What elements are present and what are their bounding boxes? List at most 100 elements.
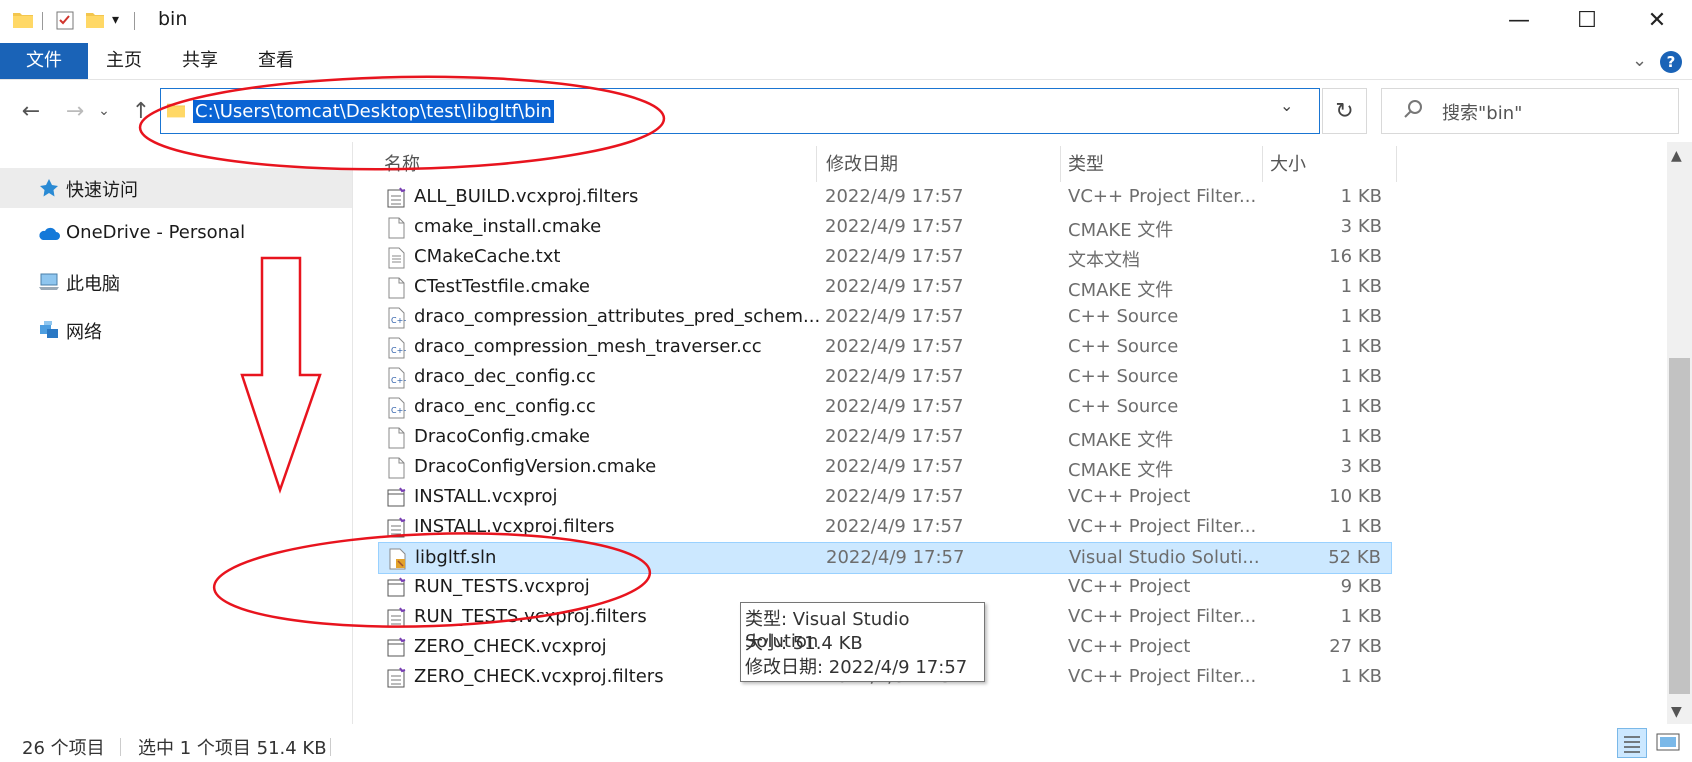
maximize-button[interactable]: ☐ — [1552, 0, 1622, 40]
file-row[interactable]: CMakeCache.txt 2022/4/9 17:57 文本文档 16 KB — [378, 242, 1392, 274]
column-divider[interactable] — [1396, 146, 1397, 182]
ribbon-expand-icon[interactable]: ⌄ — [1632, 50, 1647, 71]
text-file-icon — [388, 247, 405, 269]
file-row[interactable]: CTestTestfile.cmake 2022/4/9 17:57 CMAKE 文… — [378, 272, 1392, 304]
search-icon — [1404, 100, 1422, 118]
blank-file-icon — [388, 457, 405, 479]
svg-text:C++: C++ — [391, 406, 406, 415]
close-button[interactable]: ✕ — [1622, 0, 1692, 40]
minimize-button[interactable]: — — [1484, 0, 1554, 40]
file-type: VC++ Project — [1068, 486, 1191, 507]
file-type: Visual Studio Soluti... — [1069, 547, 1260, 568]
nav-item-label: 网络 — [66, 322, 102, 343]
file-date: 2022/4/9 17:57 — [825, 366, 964, 387]
help-icon[interactable]: ? — [1660, 51, 1682, 73]
recent-locations-icon[interactable]: ⌄ — [92, 94, 116, 128]
folder-icon — [13, 13, 33, 28]
file-name: RUN_TESTS.vcxproj.filters — [414, 606, 647, 627]
new-folder-icon[interactable] — [84, 10, 106, 30]
qa-divider — [134, 12, 135, 30]
file-row[interactable]: cmake_install.cmake 2022/4/9 17:57 CMAKE 文… — [378, 212, 1392, 244]
file-type: VC++ Project Filter... — [1068, 606, 1257, 627]
vcxproj-filters-icon — [387, 517, 406, 538]
file-name: DracoConfigVersion.cmake — [414, 456, 657, 477]
tab-view[interactable]: 查看 — [248, 43, 304, 79]
cpp-file-icon: C++ — [388, 367, 406, 389]
column-divider[interactable] — [816, 146, 817, 182]
file-name: ZERO_CHECK.vcxproj.filters — [414, 666, 664, 687]
tab-file[interactable]: 文件 — [0, 43, 88, 79]
file-type: CMAKE 文件 — [1068, 430, 1174, 451]
forward-arrow-icon[interactable]: → — [58, 94, 92, 128]
file-date: 2022/4/9 17:57 — [825, 246, 964, 267]
details-view-icon[interactable] — [1617, 728, 1647, 758]
column-divider[interactable] — [1060, 146, 1061, 182]
tab-home[interactable]: 主页 — [96, 43, 152, 79]
file-date: 2022/4/9 17:57 — [825, 186, 964, 207]
window-title: bin — [158, 8, 188, 30]
file-row[interactable]: C++ draco_dec_config.cc 2022/4/9 17:57 C++ … — [378, 362, 1392, 394]
file-row[interactable]: C++ draco_compression_mesh_traverser.cc 20… — [378, 332, 1392, 364]
scrollbar-thumb[interactable] — [1669, 358, 1690, 694]
file-row[interactable]: ALL_BUILD.vcxproj.filters 2022/4/9 17:57 V… — [378, 182, 1392, 214]
nav-item-this-pc[interactable]: 此电脑 — [0, 262, 352, 302]
file-name: CTestTestfile.cmake — [414, 276, 590, 297]
file-type: VC++ Project — [1068, 636, 1191, 657]
blank-file-icon — [388, 217, 405, 239]
file-name: ALL_BUILD.vcxproj.filters — [414, 186, 639, 207]
file-row[interactable]: INSTALL.vcxproj 2022/4/9 17:57 VC++ Projec… — [378, 482, 1392, 514]
file-date: 2022/4/9 17:57 — [825, 306, 964, 327]
svg-text:C++: C++ — [391, 346, 406, 355]
scroll-up-icon[interactable]: ▲ — [1671, 148, 1682, 164]
nav-item-quick-access[interactable]: 快速访问 — [0, 168, 352, 208]
file-size: 27 KB — [1329, 636, 1382, 657]
file-size: 9 KB — [1340, 576, 1382, 597]
file-date: 2022/4/9 17:57 — [825, 216, 964, 237]
address-dropdown-icon[interactable]: ⌄ — [1280, 96, 1293, 115]
properties-icon[interactable] — [54, 10, 76, 30]
qa-divider — [42, 12, 43, 30]
nav-item-onedrive[interactable]: OneDrive - Personal — [0, 214, 352, 254]
nav-item-network[interactable]: 网络 — [0, 310, 352, 350]
status-divider — [330, 738, 331, 756]
file-row[interactable]: DracoConfigVersion.cmake 2022/4/9 17:57 CM… — [378, 452, 1392, 484]
tab-share[interactable]: 共享 — [172, 43, 228, 79]
file-name: ZERO_CHECK.vcxproj — [414, 636, 607, 657]
vcxproj-icon — [387, 637, 406, 657]
large-icons-view-icon[interactable] — [1654, 730, 1682, 756]
scroll-down-icon[interactable]: ▼ — [1671, 704, 1682, 720]
file-row[interactable]: DracoConfig.cmake 2022/4/9 17:57 CMAKE 文件 1… — [378, 422, 1392, 454]
file-name: INSTALL.vcxproj — [414, 486, 558, 507]
file-name: draco_compression_mesh_traverser.cc — [414, 336, 762, 357]
customize-quick-access-icon[interactable]: ▾ — [112, 12, 119, 28]
file-date: 2022/4/9 17:57 — [825, 486, 964, 507]
file-size: 1 KB — [1340, 666, 1382, 687]
refresh-button[interactable]: ↻ — [1322, 88, 1367, 134]
vcxproj-filters-icon — [387, 187, 406, 208]
back-arrow-icon[interactable]: ← — [14, 94, 48, 128]
column-header-date[interactable]: 修改日期 — [826, 150, 898, 180]
column-header-size[interactable]: 大小 — [1270, 150, 1306, 180]
column-divider[interactable] — [1262, 146, 1263, 182]
file-type: 文本文档 — [1068, 250, 1140, 271]
network-icon — [40, 321, 58, 338]
file-size: 1 KB — [1340, 396, 1382, 417]
nav-item-label: 快速访问 — [66, 180, 138, 201]
file-row[interactable]: RUN_TESTS.vcxproj VC++ Project 9 KB — [378, 572, 1392, 604]
file-row[interactable]: libgltf.sln 2022/4/9 17:57 Visual Studio S… — [378, 542, 1392, 574]
file-size: 1 KB — [1340, 276, 1382, 297]
file-row[interactable]: C++ draco_compression_attributes_pred_sch… — [378, 302, 1392, 334]
file-name: RUN_TESTS.vcxproj — [414, 576, 590, 597]
file-name: INSTALL.vcxproj.filters — [414, 516, 615, 537]
file-type: C++ Source — [1068, 366, 1179, 387]
file-date: 2022/4/9 17:57 — [825, 396, 964, 417]
file-date: 2022/4/9 17:57 — [826, 547, 965, 568]
file-row[interactable]: C++ draco_enc_config.cc 2022/4/9 17:57 C++ … — [378, 392, 1392, 424]
address-path-text[interactable]: C:\Users\tomcat\Desktop\test\libgltf\bin — [193, 100, 554, 123]
up-arrow-icon[interactable]: ↑ — [124, 94, 158, 128]
file-size: 52 KB — [1328, 547, 1381, 568]
file-row[interactable]: INSTALL.vcxproj.filters 2022/4/9 17:57 VC+… — [378, 512, 1392, 544]
file-size: 1 KB — [1340, 426, 1382, 447]
column-header-type[interactable]: 类型 — [1068, 150, 1104, 180]
column-header-name[interactable]: 名称 — [384, 150, 420, 180]
